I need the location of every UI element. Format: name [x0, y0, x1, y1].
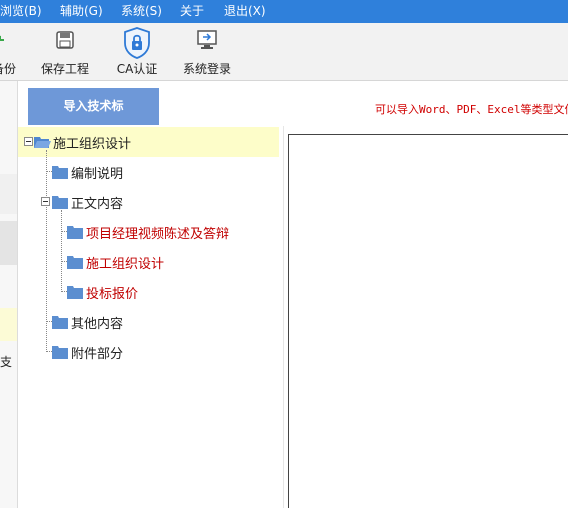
menu-browse[interactable]: 浏览(B) [0, 0, 42, 23]
ca-auth-button[interactable]: CA认证 [110, 23, 164, 80]
folder-icon [52, 316, 68, 329]
login-monitor-icon [197, 30, 217, 49]
tree-node-label: 项目经理视频陈述及答辩 [86, 227, 230, 242]
ca-lock-shield-icon [124, 27, 150, 59]
tree-connector [61, 210, 62, 292]
system-login-label: 系统登录 [182, 62, 231, 76]
left-nav-panel: 支 [0, 81, 18, 508]
folder-icon [67, 226, 83, 239]
menu-exit[interactable]: 退出(X) [224, 0, 266, 23]
system-login-button[interactable]: 系统登录 [180, 23, 234, 80]
tree-collapse-toggle[interactable] [24, 137, 33, 146]
menu-bar: 浏览(B) 辅助(G) 系统(S) 关于 退出(X) [0, 0, 568, 23]
menu-assist[interactable]: 辅助(G) [60, 0, 103, 23]
ca-auth-label: CA认证 [116, 62, 158, 76]
folder-icon [52, 346, 68, 359]
left-nav-item[interactable] [0, 174, 17, 214]
left-nav-partial-label: 支 [0, 355, 13, 369]
folder-icon [52, 166, 68, 179]
save-project-button[interactable]: 保存工程 [38, 23, 92, 80]
backup-label: 备份 [0, 62, 16, 76]
backup-button[interactable]: 备份 [0, 23, 20, 80]
folder-icon [67, 286, 83, 299]
tree-node-label: 施工组织设计 [53, 137, 132, 152]
save-icon [56, 31, 74, 49]
panel-divider[interactable] [283, 126, 284, 508]
tree-node-label: 施工组织设计 [86, 257, 165, 272]
tree-node-label: 编制说明 [71, 167, 124, 182]
import-technical-bid-button[interactable]: 导入技术标 [28, 88, 159, 125]
tree-node-label: 投标报价 [86, 287, 139, 302]
document-tree: 施工组织设计 编制说明 正文内容 项目经理视频陈述及答辩 施工组织设计 投标报价 [18, 126, 283, 508]
tree-collapse-toggle[interactable] [41, 197, 50, 206]
folder-open-icon [34, 137, 51, 148]
folder-icon [52, 196, 68, 209]
menu-system[interactable]: 系统(S) [121, 0, 162, 23]
tree-node-label: 附件部分 [71, 347, 124, 362]
folder-icon [67, 256, 83, 269]
document-preview-pane[interactable] [288, 134, 568, 508]
import-hint-text: 可以导入Word、PDF、Excel等类型文件 [375, 103, 568, 116]
left-nav-item-selected[interactable] [0, 308, 17, 341]
left-nav-item[interactable] [0, 221, 17, 265]
toolbar: 备份 保存工程 CA认证 系统登录 [0, 23, 568, 81]
tree-node-label: 其他内容 [71, 317, 124, 332]
menu-about[interactable]: 关于 [180, 0, 204, 23]
backup-icon [0, 36, 4, 41]
tree-node-label: 正文内容 [71, 197, 124, 212]
save-project-label: 保存工程 [40, 62, 89, 76]
